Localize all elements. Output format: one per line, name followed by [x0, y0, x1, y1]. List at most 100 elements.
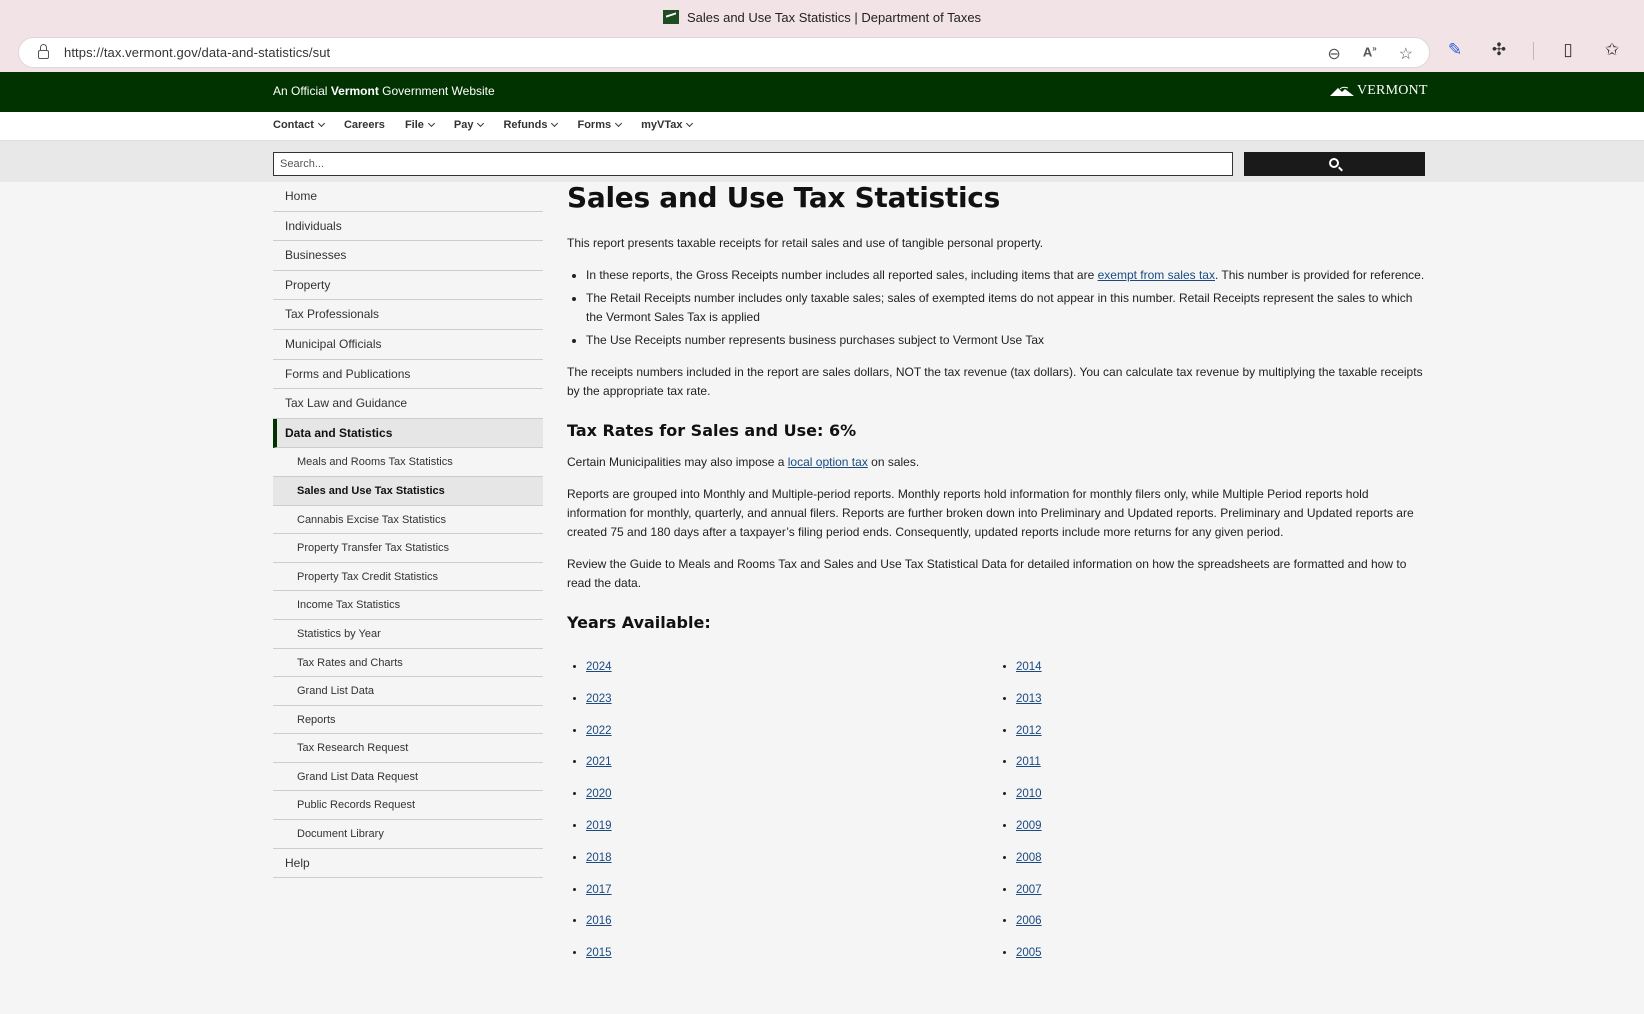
year-link-2017[interactable]: 2017: [586, 884, 612, 896]
year-link-2019[interactable]: 2019: [586, 820, 612, 832]
search-bar-row: [0, 141, 1644, 182]
year-link-2020[interactable]: 2020: [586, 788, 612, 800]
extensions-puzzle-icon[interactable]: ✣: [1489, 40, 1509, 60]
year-link-2015[interactable]: 2015: [586, 947, 612, 959]
sidebar-navigation: Home Individuals Businesses Property Tax…: [273, 182, 543, 879]
nav-pay[interactable]: Pay: [454, 119, 485, 131]
sidebar-item-data-and-statistics[interactable]: Data and Statistics: [273, 418, 543, 449]
page-title: Sales and Use Tax Statistics: [567, 181, 1000, 214]
nav-myvtax[interactable]: myVTax: [641, 119, 694, 131]
official-site-notice: An Official Vermont Government Website: [273, 84, 495, 98]
sidebar-subitem-property-tax-credit[interactable]: Property Tax Credit Statistics: [273, 563, 543, 592]
main-navigation: Contact Careers File Pay Refunds Forms m…: [0, 112, 1644, 141]
sidebar-subitem-sales-and-use[interactable]: Sales and Use Tax Statistics: [273, 476, 543, 506]
year-link-2006[interactable]: 2006: [1016, 915, 1042, 927]
sidebar-subitem-grand-list-data-request[interactable]: Grand List Data Request: [273, 763, 543, 792]
sidebar-subitem-tax-research-request[interactable]: Tax Research Request: [273, 734, 543, 763]
year-link-2023[interactable]: 2023: [586, 693, 612, 705]
sidebar-subitem-tax-rates-and-charts[interactable]: Tax Rates and Charts: [273, 649, 543, 678]
year-link-2021[interactable]: 2021: [586, 756, 612, 768]
split-screen-icon[interactable]: ▯: [1558, 40, 1578, 60]
chevron-down-icon: [317, 119, 325, 128]
nav-file[interactable]: File: [405, 119, 435, 131]
years-column-right: 2014 2013 2012 2011 2010 2009 2008 2007 …: [1016, 658, 1427, 976]
year-link-2011[interactable]: 2011: [1016, 756, 1041, 768]
local-option-paragraph: Certain Municipalities may also impose a…: [567, 455, 920, 469]
year-link-2012[interactable]: 2012: [1016, 725, 1042, 737]
toolbar-divider: [1533, 42, 1534, 60]
tax-rates-heading: Tax Rates for Sales and Use: 6%: [567, 421, 857, 440]
search-icon: [1328, 158, 1339, 168]
browser-title-bar: Sales and Use Tax Statistics | Departmen…: [0, 0, 1644, 34]
exempt-from-sales-tax-link[interactable]: exempt from sales tax: [1098, 268, 1215, 282]
sidebar-item-businesses[interactable]: Businesses: [273, 241, 543, 271]
list-item: The Use Receipts number represents busin…: [586, 331, 1427, 350]
sidebar-subitem-document-library[interactable]: Document Library: [273, 820, 543, 849]
url-text[interactable]: https://tax.vermont.gov/data-and-statist…: [64, 45, 330, 60]
years-column-left: 2024 2023 2022 2021 2020 2019 2018 2017 …: [586, 658, 997, 976]
sidebar-subitem-public-records-request[interactable]: Public Records Request: [273, 791, 543, 821]
nav-contact[interactable]: Contact: [273, 119, 325, 131]
lock-icon[interactable]: [38, 44, 49, 59]
address-bar[interactable]: https://tax.vermont.gov/data-and-statist…: [18, 37, 1430, 68]
intro-paragraph: This report presents taxable receipts fo…: [567, 236, 1044, 250]
official-government-banner: An Official Vermont Government Website V…: [0, 72, 1644, 112]
year-link-2013[interactable]: 2013: [1016, 693, 1042, 705]
year-link-2005[interactable]: 2005: [1016, 947, 1042, 959]
copilot-pen-icon[interactable]: ✎: [1445, 40, 1465, 60]
chevron-down-icon: [686, 119, 694, 128]
main-content: Sales and Use Tax Statistics This report…: [567, 180, 1427, 976]
sidebar-item-municipal-officials[interactable]: Municipal Officials: [273, 330, 543, 360]
nav-forms[interactable]: Forms: [577, 119, 623, 131]
year-link-2008[interactable]: 2008: [1016, 852, 1042, 864]
nav-careers[interactable]: Careers: [344, 119, 385, 131]
year-link-2018[interactable]: 2018: [586, 852, 612, 864]
favorites-icon[interactable]: ✩: [1602, 40, 1622, 60]
browser-toolbar-icons: ✎ ✣ ▯ ✩ ⧉: [1445, 40, 1644, 60]
tab-title: Sales and Use Tax Statistics | Departmen…: [686, 9, 982, 25]
guide-paragraph: Review the Guide to Meals and Rooms Tax …: [567, 557, 1407, 590]
year-link-2010[interactable]: 2010: [1016, 788, 1042, 800]
year-link-2007[interactable]: 2007: [1016, 884, 1042, 896]
years-list: 2024 2023 2022 2021 2020 2019 2018 2017 …: [567, 658, 1427, 976]
search-button[interactable]: [1244, 152, 1425, 176]
sidebar-subitem-reports[interactable]: Reports: [273, 706, 543, 735]
sidebar-item-tax-law-and-guidance[interactable]: Tax Law and Guidance: [273, 389, 543, 419]
receipts-note-paragraph: The receipts numbers included in the rep…: [567, 365, 1423, 398]
sidebar-subitem-income-tax[interactable]: Income Tax Statistics: [273, 591, 543, 620]
list-item: In these reports, the Gross Receipts num…: [586, 266, 1427, 285]
sidebar-item-help[interactable]: Help: [273, 849, 543, 879]
sidebar-subitem-statistics-by-year[interactable]: Statistics by Year: [273, 620, 543, 649]
sidebar-subitem-grand-list-data[interactable]: Grand List Data: [273, 677, 543, 706]
year-link-2022[interactable]: 2022: [586, 725, 612, 737]
year-link-2016[interactable]: 2016: [586, 915, 612, 927]
year-link-2024[interactable]: 2024: [586, 661, 612, 673]
mountain-icon: [1330, 86, 1354, 96]
receipts-definitions-list: In these reports, the Gross Receipts num…: [586, 266, 1427, 350]
read-aloud-icon[interactable]: A»: [1363, 44, 1377, 64]
sidebar-subitem-meals-and-rooms[interactable]: Meals and Rooms Tax Statistics: [273, 448, 543, 477]
sidebar-item-individuals[interactable]: Individuals: [273, 212, 543, 242]
nav-refunds[interactable]: Refunds: [503, 119, 559, 131]
sidebar-subitem-cannabis-excise[interactable]: Cannabis Excise Tax Statistics: [273, 506, 543, 535]
list-item: The Retail Receipts number includes only…: [586, 289, 1427, 327]
chevron-down-icon: [615, 119, 623, 128]
chevron-down-icon: [551, 119, 559, 128]
sidebar-item-property[interactable]: Property: [273, 271, 543, 301]
chevron-down-icon: [477, 119, 485, 128]
year-link-2009[interactable]: 2009: [1016, 820, 1042, 832]
local-option-tax-link[interactable]: local option tax: [788, 455, 868, 469]
zoom-out-icon[interactable]: ⊖: [1327, 44, 1340, 64]
site-search-input[interactable]: [273, 152, 1233, 176]
sidebar-item-home[interactable]: Home: [273, 182, 543, 212]
years-available-heading: Years Available:: [567, 613, 711, 632]
sidebar-item-tax-professionals[interactable]: Tax Professionals: [273, 300, 543, 330]
favorite-star-icon[interactable]: ☆: [1399, 44, 1413, 64]
vermont-logo[interactable]: VERMONT: [1330, 83, 1428, 99]
sidebar-subitem-property-transfer[interactable]: Property Transfer Tax Statistics: [273, 534, 543, 563]
year-link-2014[interactable]: 2014: [1016, 661, 1042, 673]
site-favicon-icon: [662, 10, 679, 24]
sidebar-item-forms-and-publications[interactable]: Forms and Publications: [273, 360, 543, 390]
browser-toolbar: https://tax.vermont.gov/data-and-statist…: [0, 34, 1644, 72]
reports-paragraph: Reports are grouped into Monthly and Mul…: [567, 487, 1414, 539]
